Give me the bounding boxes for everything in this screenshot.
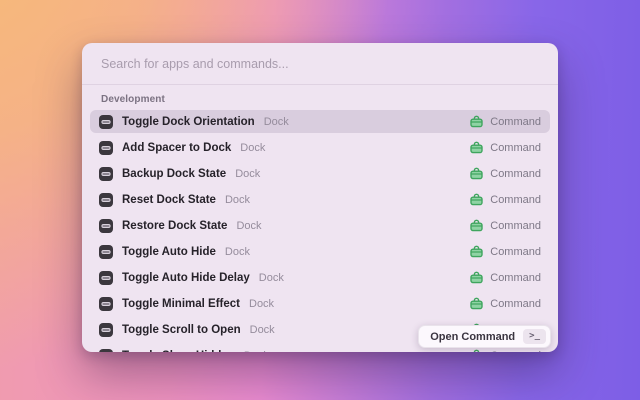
list-item-1[interactable]: Add Spacer to Dock Dock Command (90, 136, 550, 159)
list-item-3[interactable]: Reset Dock State Dock Command (90, 188, 550, 211)
extension-command-icon (470, 141, 483, 154)
dock-app-icon (99, 245, 113, 259)
command-palette-window: Development Toggle Dock Orientation Dock… (82, 43, 558, 352)
command-title: Reset Dock State (122, 194, 216, 206)
list-item-7[interactable]: Toggle Minimal Effect Dock Command (90, 292, 550, 315)
list-item-5[interactable]: Toggle Auto Hide Dock Command (90, 240, 550, 263)
list-item-accessory: Command (470, 297, 541, 310)
command-title: Add Spacer to Dock (122, 142, 231, 154)
list-item-6[interactable]: Toggle Auto Hide Delay Dock Command (90, 266, 550, 289)
extension-command-icon (470, 297, 483, 310)
list-item-accessory: Command (470, 349, 541, 352)
command-subtitle: Dock (250, 324, 275, 336)
command-subtitle: Dock (259, 272, 284, 284)
extension-command-icon (470, 115, 483, 128)
extension-command-icon (470, 349, 483, 352)
command-subtitle: Dock (236, 220, 261, 232)
command-type-label: Command (490, 298, 541, 310)
command-subtitle: Dock (244, 350, 269, 353)
search-input[interactable] (101, 57, 539, 71)
list-item-main: Restore Dock State Dock (99, 219, 470, 233)
command-title: Toggle Dock Orientation (122, 116, 255, 128)
command-type-label: Command (490, 194, 541, 206)
command-subtitle: Dock (240, 142, 265, 154)
dock-app-icon (99, 349, 113, 353)
command-type-label: Command (490, 350, 541, 353)
results-list: Development Toggle Dock Orientation Dock… (82, 85, 558, 352)
dock-app-icon (99, 115, 113, 129)
list-item-accessory: Command (470, 115, 541, 128)
list-item-accessory: Command (470, 193, 541, 206)
list-item-accessory: Command (470, 245, 541, 258)
command-type-label: Command (490, 246, 541, 258)
dock-app-icon (99, 271, 113, 285)
command-title: Toggle Show Hidden (122, 350, 235, 353)
command-type-label: Command (490, 142, 541, 154)
command-type-label: Command (490, 168, 541, 180)
command-title: Toggle Auto Hide (122, 246, 216, 258)
command-title: Toggle Auto Hide Delay (122, 272, 250, 284)
command-type-label: Command (490, 272, 541, 284)
extension-command-icon (470, 271, 483, 284)
list-item-4[interactable]: Restore Dock State Dock Command (90, 214, 550, 237)
terminal-prompt-keycap-icon: >_ (523, 329, 546, 344)
dock-app-icon (99, 141, 113, 155)
command-title: Backup Dock State (122, 168, 226, 180)
command-subtitle: Dock (225, 246, 250, 258)
list-item-accessory: Command (470, 141, 541, 154)
list-item-main: Toggle Auto Hide Delay Dock (99, 271, 470, 285)
open-command-label: Open Command (430, 331, 515, 343)
list-item-main: Toggle Scroll to Open Dock (99, 323, 470, 337)
list-item-main: Toggle Auto Hide Dock (99, 245, 470, 259)
extension-command-icon (470, 167, 483, 180)
list-item-accessory: Command (470, 167, 541, 180)
command-subtitle: Dock (235, 168, 260, 180)
list-item-main: Toggle Show Hidden Dock (99, 349, 470, 353)
command-subtitle: Dock (249, 298, 274, 310)
list-item-main: Add Spacer to Dock Dock (99, 141, 470, 155)
extension-command-icon (470, 245, 483, 258)
list-item-2[interactable]: Backup Dock State Dock Command (90, 162, 550, 185)
list-item-main: Reset Dock State Dock (99, 193, 470, 207)
list-item-accessory: Command (470, 271, 541, 284)
command-subtitle: Dock (264, 116, 289, 128)
command-type-label: Command (490, 116, 541, 128)
command-title: Restore Dock State (122, 220, 227, 232)
command-rows: Toggle Dock Orientation Dock Command Add… (90, 110, 550, 352)
list-item-main: Toggle Minimal Effect Dock (99, 297, 470, 311)
extension-command-icon (470, 219, 483, 232)
command-type-label: Command (490, 220, 541, 232)
command-subtitle: Dock (225, 194, 250, 206)
dock-app-icon (99, 323, 113, 337)
command-title: Toggle Scroll to Open (122, 324, 241, 336)
open-command-hint[interactable]: Open Command >_ (418, 325, 551, 348)
desktop-background: Development Toggle Dock Orientation Dock… (0, 0, 640, 400)
dock-app-icon (99, 193, 113, 207)
section-header-development: Development (101, 94, 539, 105)
list-item-main: Backup Dock State Dock (99, 167, 470, 181)
list-item-main: Toggle Dock Orientation Dock (99, 115, 470, 129)
extension-command-icon (470, 193, 483, 206)
dock-app-icon (99, 219, 113, 233)
search-bar (82, 43, 558, 85)
command-title: Toggle Minimal Effect (122, 298, 240, 310)
list-item-0[interactable]: Toggle Dock Orientation Dock Command (90, 110, 550, 133)
dock-app-icon (99, 297, 113, 311)
list-item-accessory: Command (470, 219, 541, 232)
dock-app-icon (99, 167, 113, 181)
